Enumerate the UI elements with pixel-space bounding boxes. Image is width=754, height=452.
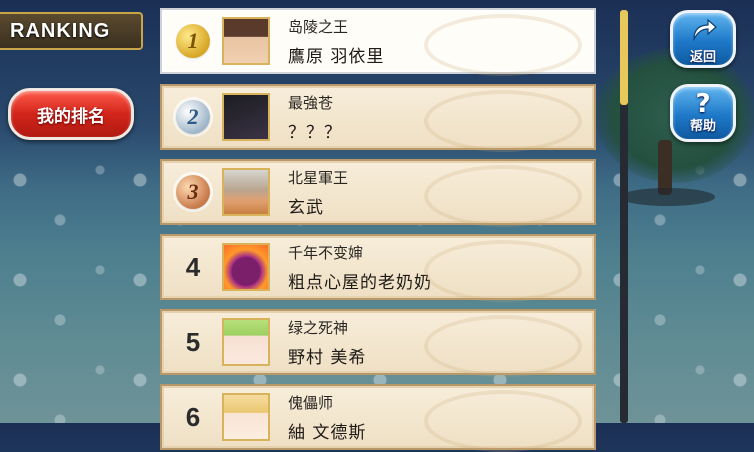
rank-badge: 6: [176, 400, 210, 434]
bronze-medal-icon: 3: [176, 175, 210, 209]
avatar: [222, 168, 270, 216]
return-arrow-icon: [673, 15, 733, 50]
ranking-title: RANKING: [0, 12, 143, 50]
rank-number: 6: [185, 401, 201, 432]
rank-badge: 5: [176, 325, 210, 359]
background-tree-trunk: [658, 140, 672, 195]
player-name: 粗点心屋的老奶奶: [288, 273, 432, 293]
avatar: [222, 243, 270, 291]
player-title: 千年不变婶: [288, 244, 364, 262]
player-name: 紬 文德斯: [288, 423, 367, 443]
my-rank-button[interactable]: 我的排名: [8, 88, 134, 140]
scrollbar-thumb[interactable]: [620, 10, 628, 105]
help-button[interactable]: ? 帮助: [670, 84, 736, 142]
back-label: 返回: [689, 50, 716, 65]
rank-badge: 4: [176, 250, 210, 284]
avatar: [222, 93, 270, 141]
silver-medal-icon: 2: [176, 100, 210, 134]
avatar: [222, 393, 270, 441]
avatar: [222, 318, 270, 366]
ranking-row-2[interactable]: 2 最強苍 ？？？: [160, 84, 596, 152]
player-title: 北星軍王: [288, 169, 349, 187]
player-name: 玄武: [288, 198, 324, 218]
rank-number: 4: [185, 251, 201, 282]
question-mark-icon: ?: [695, 89, 711, 119]
rank-number: 3: [187, 179, 199, 204]
ranking-row-1[interactable]: 1 岛陵之王 鷹原 羽依里: [160, 8, 596, 76]
ranking-row-5[interactable]: 5 绿之死神 野村 美希: [160, 309, 596, 377]
player-name: ？？？: [288, 123, 342, 143]
rank-number: 2: [187, 104, 199, 129]
ranking-row-6[interactable]: 6 傀儡师 紬 文德斯: [160, 384, 596, 452]
player-name: 鷹原 羽依里: [288, 47, 385, 67]
back-button[interactable]: 返回: [670, 10, 736, 68]
player-title: 岛陵之王: [288, 18, 349, 36]
player-name: 野村 美希: [288, 348, 367, 368]
ranking-row-3[interactable]: 3 北星軍王 玄武: [160, 159, 596, 227]
avatar: [222, 17, 270, 65]
player-title: 最強苍: [288, 94, 334, 112]
scrollbar-track[interactable]: [620, 10, 628, 423]
player-title: 傀儡师: [288, 394, 334, 412]
ranking-row-4[interactable]: 4 千年不变婶 粗点心屋的老奶奶: [160, 234, 596, 302]
background-tree-shadow: [620, 188, 715, 206]
help-label: 帮助: [689, 119, 716, 134]
rank-number: 5: [185, 326, 201, 357]
rank-number: 1: [187, 28, 199, 53]
gold-medal-icon: 1: [176, 24, 210, 58]
player-title: 绿之死神: [288, 319, 349, 337]
